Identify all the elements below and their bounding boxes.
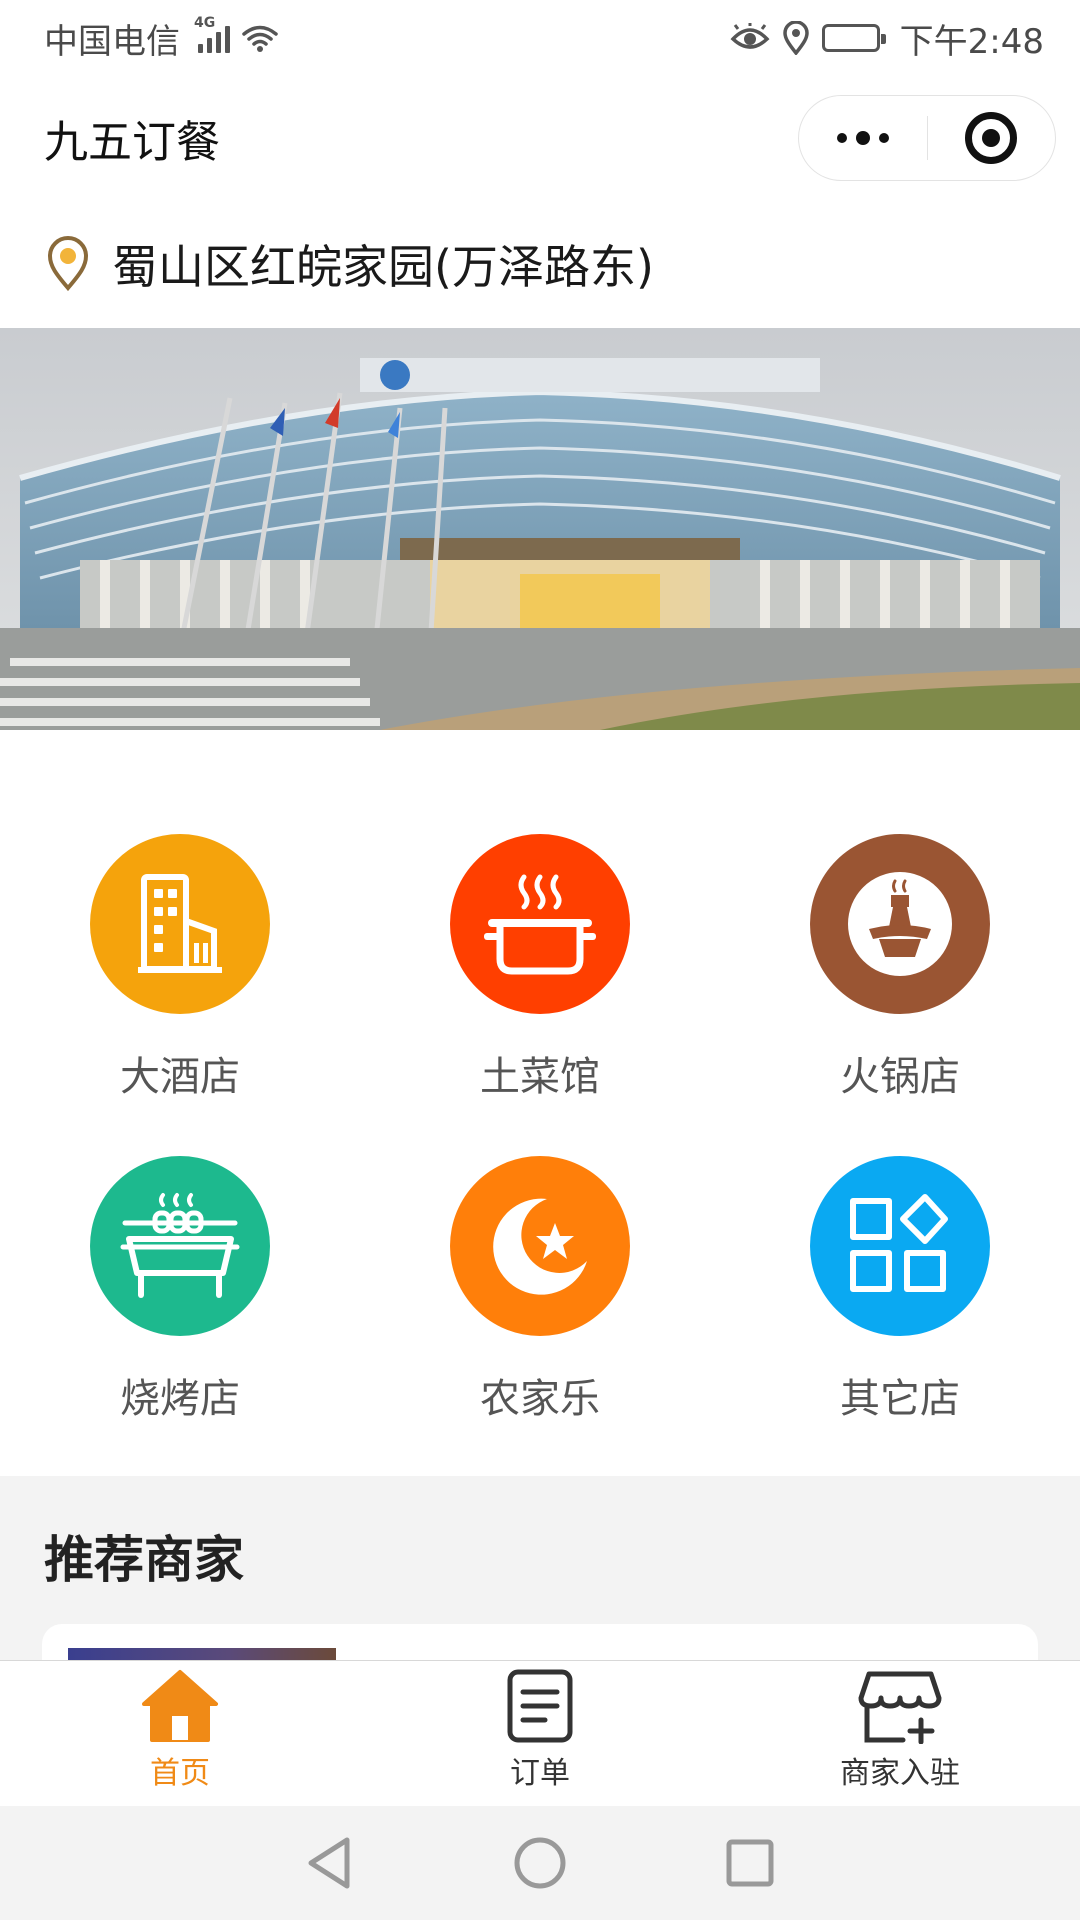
tab-label: 首页 xyxy=(150,1756,210,1791)
cooking-pot-icon xyxy=(450,834,630,1014)
bbq-grill-icon xyxy=(90,1156,270,1336)
tab-label: 商家入驻 xyxy=(840,1756,960,1791)
apps-grid-icon xyxy=(810,1156,990,1336)
status-time: 下午2:48 xyxy=(899,21,1044,62)
location-status-icon xyxy=(782,21,809,55)
category-label: 农家乐 xyxy=(480,1376,600,1422)
location-selector[interactable]: 蜀山区红皖家园(万泽路东) xyxy=(0,200,1080,328)
recommend-section: 推荐商家 xyxy=(0,1476,1080,1660)
category-row: 烧烤店 农家乐 其它店 xyxy=(0,1156,1080,1478)
tab-home[interactable]: 首页 xyxy=(0,1661,360,1806)
wifi-icon xyxy=(242,25,278,52)
status-right: 下午2:48 xyxy=(730,14,1044,63)
signal-icon: 4G xyxy=(194,15,230,53)
network-type: 4G xyxy=(194,15,216,31)
mini-program-capsule xyxy=(798,95,1056,181)
recents-button[interactable] xyxy=(720,1833,780,1893)
tab-label: 订单 xyxy=(510,1756,570,1791)
category-label: 其它店 xyxy=(840,1376,960,1422)
tab-orders[interactable]: 订单 xyxy=(360,1661,720,1806)
carrier-name: 中国电信 xyxy=(44,21,180,62)
category-bbq[interactable]: 烧烤店 xyxy=(0,1156,360,1478)
hotpot-icon xyxy=(810,834,990,1014)
category-other[interactable]: 其它店 xyxy=(720,1156,1080,1478)
category-hotpot[interactable]: 火锅店 xyxy=(720,834,1080,1156)
category-label: 土菜馆 xyxy=(480,1054,600,1100)
order-list-icon xyxy=(507,1669,573,1743)
store-add-icon xyxy=(858,1671,942,1744)
hotel-building-icon xyxy=(90,834,270,1014)
section-title: 推荐商家 xyxy=(44,1531,244,1589)
category-grid: 大酒店 土菜馆 火锅店 烧烤店 农家乐 其它店 xyxy=(0,730,1080,1476)
back-triangle-icon xyxy=(308,1837,350,1889)
close-mini-program-button[interactable] xyxy=(928,96,1056,180)
category-farmhouse[interactable]: 农家乐 xyxy=(360,1156,720,1478)
category-local-cuisine[interactable]: 土菜馆 xyxy=(360,834,720,1156)
category-label: 烧烤店 xyxy=(120,1376,240,1422)
store-thumbnail xyxy=(68,1648,336,1660)
battery-icon xyxy=(821,24,886,52)
tab-bar: 首页 订单 商家入驻 xyxy=(0,1660,1080,1806)
category-label: 大酒店 xyxy=(120,1054,240,1100)
map-pin-icon xyxy=(47,236,89,292)
target-icon xyxy=(965,112,1018,164)
more-dots-icon xyxy=(836,131,889,145)
tab-merchant-join[interactable]: 商家入驻 xyxy=(720,1661,1080,1806)
status-left: 中国电信 4G xyxy=(44,14,278,63)
app-screen: 中国电信 4G 下午2:48 九五订餐 蜀山区红皖家园(万泽路东) 大酒店 土菜… xyxy=(0,0,1080,1920)
home-icon xyxy=(142,1670,218,1742)
nav-bar: 九五订餐 xyxy=(0,76,1080,200)
category-row: 大酒店 土菜馆 火锅店 xyxy=(0,834,1080,1156)
crescent-star-icon xyxy=(450,1156,630,1336)
banner-image[interactable] xyxy=(0,328,1080,730)
system-nav-bar xyxy=(0,1806,1080,1920)
category-label: 火锅店 xyxy=(840,1054,960,1100)
page-title: 九五订餐 xyxy=(44,117,220,168)
location-address: 蜀山区红皖家园(万泽路东) xyxy=(112,240,654,294)
store-card[interactable] xyxy=(42,1624,1038,1660)
home-circle-icon xyxy=(514,1837,566,1889)
more-button[interactable] xyxy=(799,96,927,180)
back-button[interactable] xyxy=(300,1833,360,1893)
category-hotel[interactable]: 大酒店 xyxy=(0,834,360,1156)
recents-square-icon xyxy=(726,1839,774,1887)
status-bar: 中国电信 4G 下午2:48 xyxy=(0,0,1080,76)
eye-icon xyxy=(730,23,770,49)
hotel-photo xyxy=(0,328,1080,730)
home-nav-button[interactable] xyxy=(510,1833,570,1893)
